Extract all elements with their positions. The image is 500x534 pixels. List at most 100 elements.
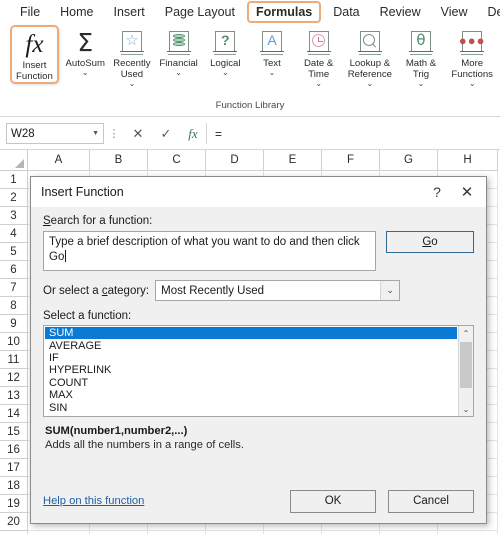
row-header-17[interactable]: 17 (0, 459, 28, 477)
row-header-11[interactable]: 11 (0, 351, 28, 369)
column-header-f[interactable]: F (322, 150, 380, 171)
cancel-formula-button[interactable]: ✕ (124, 126, 152, 142)
tab-view[interactable]: View (433, 2, 476, 22)
column-header-row: A B C D E F G H (0, 150, 500, 171)
column-header-e[interactable]: E (264, 150, 322, 171)
scroll-down-icon[interactable]: ⌄ (459, 402, 473, 416)
math-trig-button[interactable]: θ Math & Trig ⌄ (398, 24, 445, 88)
chevron-down-icon[interactable]: ⌄ (222, 69, 229, 77)
coins-book-icon (166, 28, 191, 58)
column-header-c[interactable]: C (148, 150, 206, 171)
financial-button[interactable]: Financial ⌄ (155, 24, 202, 77)
chevron-down-icon[interactable]: ⌄ (175, 69, 182, 77)
select-all-corner[interactable] (0, 150, 28, 171)
category-dropdown[interactable]: Most Recently Used ⌄ (155, 280, 401, 301)
row-header-15[interactable]: 15 (0, 423, 28, 441)
row-header-13[interactable]: 13 (0, 387, 28, 405)
row-header-6[interactable]: 6 (0, 261, 28, 279)
column-header-a[interactable]: A (28, 150, 90, 171)
chevron-down-icon[interactable]: ⌄ (366, 80, 373, 88)
category-label-pre: Or select a (43, 284, 102, 297)
row-header-19[interactable]: 19 (0, 495, 28, 513)
recently-used-button[interactable]: ☆ Recently Used ⌄ (109, 24, 156, 88)
function-list-item[interactable]: HYPERLINK (45, 364, 457, 376)
function-list-item[interactable]: MAX (45, 389, 457, 401)
row-header-4[interactable]: 4 (0, 225, 28, 243)
scroll-up-icon[interactable]: ⌃ (459, 326, 473, 340)
tab-page-layout[interactable]: Page Layout (157, 2, 243, 22)
column-header-d[interactable]: D (206, 150, 264, 171)
chevron-down-icon[interactable]: ⌄ (315, 80, 322, 88)
ok-button[interactable]: OK (290, 489, 376, 513)
insert-function-button[interactable]: fx Insert Function (10, 25, 59, 84)
function-list-item[interactable]: AVERAGE (45, 339, 457, 352)
text-cursor (65, 250, 67, 262)
lookup-reference-button[interactable]: Lookup & Reference ⌄ (342, 24, 398, 88)
insert-function-icon[interactable]: fx (180, 126, 206, 142)
function-list-item[interactable]: SIN (45, 401, 457, 414)
go-button[interactable]: Go (386, 231, 474, 253)
row-header-12[interactable]: 12 (0, 369, 28, 387)
select-function-label: Select a function: (43, 310, 474, 322)
more-functions-label-1: More (461, 58, 484, 69)
excel-window: File Home Insert Page Layout Formulas Da… (0, 0, 500, 534)
tab-insert[interactable]: Insert (106, 2, 153, 22)
close-icon[interactable]: ✕ (452, 179, 482, 205)
chevron-down-icon[interactable]: ⌄ (418, 80, 425, 88)
tab-developer[interactable]: De (480, 2, 500, 22)
category-selected-value: Most Recently Used (161, 284, 265, 297)
chevron-down-icon[interactable]: ⌄ (82, 69, 89, 77)
letter-a-book-icon: A (259, 28, 284, 58)
function-listbox[interactable]: SUM AVERAGE IF HYPERLINK COUNT MAX SIN ⌃ ⌄ (43, 325, 474, 417)
formula-input[interactable]: = (206, 123, 500, 144)
cancel-button[interactable]: Cancel (388, 489, 474, 513)
confirm-formula-button[interactable]: ✓ (152, 126, 180, 142)
help-icon[interactable]: ? (422, 179, 452, 205)
name-box[interactable]: W28 ▼ (6, 123, 104, 144)
row-header-3[interactable]: 3 (0, 207, 28, 225)
tab-home[interactable]: Home (52, 2, 101, 22)
row-header-20[interactable]: 20 (0, 513, 28, 531)
autosum-button[interactable]: Σ AutoSum ⌄ (62, 24, 109, 77)
column-header-h[interactable]: H (438, 150, 498, 171)
ribbon-function-library-group: fx Insert Function Σ AutoSum ⌄ ☆ Recentl… (0, 24, 500, 117)
search-input[interactable]: Type a brief description of what you wan… (43, 231, 376, 271)
scrollbar-thumb[interactable] (460, 342, 472, 388)
column-header-b[interactable]: B (90, 150, 148, 171)
magnifier-book-icon (357, 28, 382, 58)
listbox-scrollbar[interactable]: ⌃ ⌄ (458, 326, 473, 416)
name-box-expand-icon[interactable]: ⋮ (104, 128, 124, 139)
insert-function-label-1: Insert (22, 60, 47, 71)
row-header-14[interactable]: 14 (0, 405, 28, 423)
function-list-item[interactable]: SUM (45, 327, 457, 340)
dialog-title: Insert Function (41, 185, 124, 199)
function-list-item[interactable]: IF (45, 352, 457, 364)
row-header-18[interactable]: 18 (0, 477, 28, 495)
more-functions-button[interactable]: ●●● More Functions ⌄ (444, 24, 500, 88)
tab-review[interactable]: Review (372, 2, 429, 22)
chevron-down-icon[interactable]: ⌄ (269, 69, 276, 77)
function-list-item[interactable]: COUNT (45, 377, 457, 389)
row-header-5[interactable]: 5 (0, 243, 28, 261)
chevron-down-icon[interactable]: ⌄ (129, 80, 136, 88)
tab-file[interactable]: File (12, 2, 48, 22)
text-button[interactable]: A Text ⌄ (249, 24, 296, 77)
help-on-this-function-link[interactable]: Help on this function (43, 495, 278, 507)
function-library-caption: Function Library (215, 100, 285, 111)
row-header-2[interactable]: 2 (0, 189, 28, 207)
logical-button[interactable]: ? Logical ⌄ (202, 24, 249, 77)
tab-formulas[interactable]: Formulas (246, 1, 322, 23)
row-header-8[interactable]: 8 (0, 297, 28, 315)
column-header-g[interactable]: G (380, 150, 438, 171)
row-header-10[interactable]: 10 (0, 333, 28, 351)
date-time-button[interactable]: Date & Time ⌄ (295, 24, 342, 88)
chevron-down-icon[interactable]: ▼ (92, 130, 99, 137)
row-header-9[interactable]: 9 (0, 315, 28, 333)
row-header-16[interactable]: 16 (0, 441, 28, 459)
row-header-1[interactable]: 1 (0, 171, 28, 189)
chevron-down-icon[interactable]: ⌄ (469, 80, 476, 88)
tab-data[interactable]: Data (325, 2, 367, 22)
math-trig-label-1: Math & (405, 58, 437, 69)
row-header-7[interactable]: 7 (0, 279, 28, 297)
chevron-down-icon[interactable]: ⌄ (380, 281, 400, 300)
